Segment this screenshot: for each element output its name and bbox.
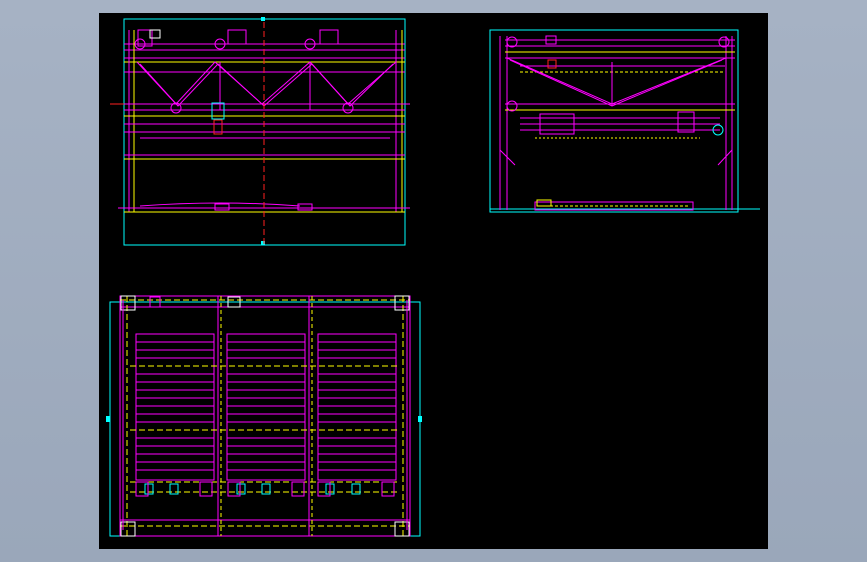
plan-view [106,295,422,537]
front-frame-grip-top [261,17,265,21]
side-elevation-view [489,29,760,213]
cad-viewport[interactable] [0,0,867,562]
side-view-extent-frame [489,29,739,213]
plan-view-extent-frame [109,301,421,537]
front-elevation-view [110,17,410,246]
